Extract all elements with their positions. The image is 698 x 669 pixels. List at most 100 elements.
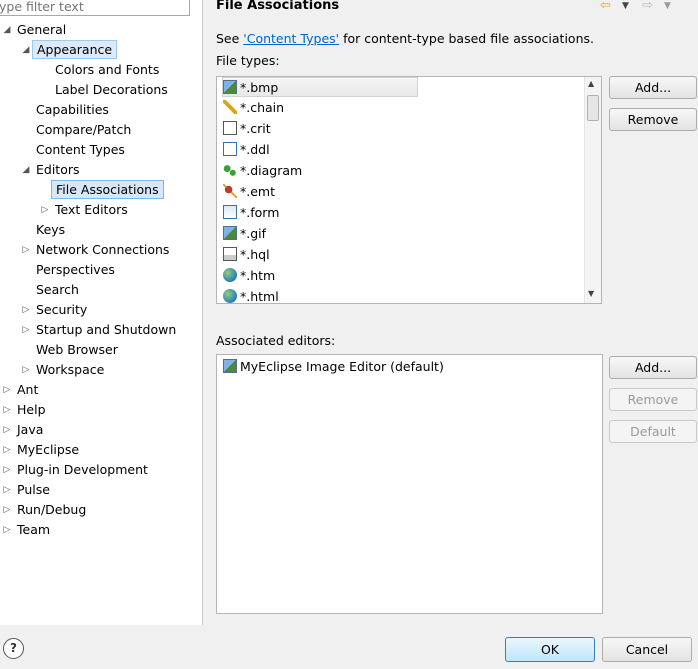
collapsed-arrow-icon[interactable]: ▷ [21, 301, 31, 319]
tree-item[interactable]: Perspectives [0, 261, 200, 279]
file-type-item[interactable]: *.chain [223, 98, 284, 118]
file-type-item[interactable]: *.gif [223, 224, 266, 244]
scroll-thumb[interactable] [587, 95, 599, 121]
add-file-type-button[interactable]: Add... [609, 76, 697, 99]
tree-item-label[interactable]: Startup and Shutdown [32, 321, 180, 339]
collapsed-arrow-icon[interactable]: ▷ [2, 461, 12, 479]
file-type-item[interactable]: *.emt [223, 182, 275, 202]
tree-item-label[interactable]: Java [13, 421, 47, 439]
tree-item-label[interactable]: General [13, 21, 70, 39]
tree-item[interactable]: Keys [0, 221, 200, 239]
tree-item-label[interactable]: Perspectives [32, 261, 119, 279]
tree-item[interactable]: ▷ Security [0, 301, 200, 319]
tree-item-label[interactable]: Label Decorations [51, 81, 172, 99]
help-icon[interactable]: ? [3, 638, 24, 659]
collapsed-arrow-icon[interactable]: ▷ [21, 241, 31, 259]
editor-item[interactable]: MyEclipse Image Editor (default) [223, 357, 444, 377]
tree-item[interactable]: ◢ General [0, 21, 200, 39]
file-type-item[interactable]: *.crit [223, 119, 271, 139]
collapsed-arrow-icon[interactable]: ▷ [2, 501, 12, 519]
tree-item-label[interactable]: Plug-in Development [13, 461, 152, 479]
ok-button[interactable]: OK [505, 637, 595, 662]
tree-item[interactable]: Capabilities [0, 101, 200, 119]
back-dropdown-icon[interactable]: ▼ [622, 1, 629, 11]
tree-item-label[interactable]: Colors and Fonts [51, 61, 163, 79]
add-editor-button[interactable]: Add... [609, 356, 697, 379]
tree-item[interactable]: ▷ Text Editors [0, 201, 200, 219]
tree-item[interactable]: Label Decorations [0, 81, 200, 99]
tree-item[interactable]: Colors and Fonts [0, 61, 200, 79]
content-types-link[interactable]: 'Content Types' [243, 31, 339, 46]
tree-item-label[interactable]: Web Browser [32, 341, 122, 359]
tree-item-label[interactable]: File Associations [51, 180, 164, 199]
tree-item-label[interactable]: Compare/Patch [32, 121, 135, 139]
tree-item-label[interactable]: Ant [13, 381, 42, 399]
tree-item[interactable]: ▷ Run/Debug [0, 501, 200, 519]
tree-item[interactable]: ▷ Network Connections [0, 241, 200, 259]
collapsed-arrow-icon[interactable]: ▷ [2, 421, 12, 439]
remove-editor-button[interactable]: Remove [609, 388, 697, 411]
file-type-item[interactable]: *.diagram [223, 161, 302, 181]
tree-item[interactable]: ◢ Editors [0, 161, 200, 179]
associated-editors-list[interactable]: MyEclipse Image Editor (default) [216, 354, 603, 614]
remove-file-type-button[interactable]: Remove [609, 108, 697, 131]
tree-item-label[interactable]: Keys [32, 221, 69, 239]
tree-item[interactable]: File Associations [0, 180, 200, 199]
tree-item-label[interactable]: Text Editors [51, 201, 132, 219]
cancel-button[interactable]: Cancel [602, 637, 692, 662]
forward-dropdown-icon[interactable]: ▼ [664, 1, 671, 11]
file-types-list[interactable]: *.bmp *.chain *.crit *.ddl *.diagram *.emt *.f… [216, 76, 602, 304]
file-type-item[interactable]: *.ddl [223, 140, 270, 160]
collapsed-arrow-icon[interactable]: ▷ [21, 361, 31, 379]
collapsed-arrow-icon[interactable]: ▷ [2, 401, 12, 419]
tree-item[interactable]: ▷ Ant [0, 381, 200, 399]
file-type-item[interactable]: *.bmp [222, 77, 418, 97]
tree-item-label[interactable]: Content Types [32, 141, 129, 159]
collapsed-arrow-icon[interactable]: ▷ [21, 321, 31, 339]
tree-item-label[interactable]: Help [13, 401, 50, 419]
tree-item-label[interactable]: Appearance [32, 40, 118, 59]
tree-item-label[interactable]: Capabilities [32, 101, 113, 119]
tree-item[interactable]: Search [0, 281, 200, 299]
tree-item[interactable]: ▷ Java [0, 421, 200, 439]
expanded-arrow-icon[interactable]: ◢ [21, 41, 31, 59]
tree-item-label[interactable]: Run/Debug [13, 501, 90, 519]
tree-item[interactable]: ◢ Appearance [0, 40, 200, 59]
forward-arrow-icon[interactable]: ⇨ [642, 0, 653, 13]
collapsed-arrow-icon[interactable]: ▷ [2, 521, 12, 539]
collapsed-arrow-icon[interactable]: ▷ [2, 481, 12, 499]
tree-item[interactable]: Web Browser [0, 341, 200, 359]
tree-item-label[interactable]: Pulse [13, 481, 54, 499]
filter-input[interactable] [0, 0, 190, 16]
tree-item[interactable]: ▷ Startup and Shutdown [0, 321, 200, 339]
tree-item[interactable]: ▷ MyEclipse [0, 441, 200, 459]
file-types-scrollbar[interactable]: ▲ ▼ [584, 77, 601, 303]
scroll-up-icon[interactable]: ▲ [588, 79, 594, 88]
tree-item-label[interactable]: Workspace [32, 361, 108, 379]
tree-item[interactable]: ▷ Team [0, 521, 200, 539]
file-type-item[interactable]: *.html [223, 287, 279, 303]
tree-item-label[interactable]: MyEclipse [13, 441, 83, 459]
tree-item[interactable]: Content Types [0, 141, 200, 159]
collapsed-arrow-icon[interactable]: ▷ [40, 201, 50, 219]
file-type-item[interactable]: *.htm [223, 266, 275, 286]
expanded-arrow-icon[interactable]: ◢ [2, 21, 12, 39]
tree-item-label[interactable]: Network Connections [32, 241, 173, 259]
tree-item-label[interactable]: Editors [32, 161, 84, 179]
file-type-item[interactable]: *.form [223, 203, 279, 223]
file-type-item[interactable]: *.hql [223, 245, 270, 265]
scroll-down-icon[interactable]: ▼ [588, 289, 594, 298]
tree-item[interactable]: ▷ Pulse [0, 481, 200, 499]
collapsed-arrow-icon[interactable]: ▷ [2, 441, 12, 459]
tree-item-label[interactable]: Security [32, 301, 91, 319]
tree-item-label[interactable]: Search [32, 281, 83, 299]
expanded-arrow-icon[interactable]: ◢ [21, 161, 31, 179]
tree-item[interactable]: ▷ Plug-in Development [0, 461, 200, 479]
tree-item[interactable]: ▷ Help [0, 401, 200, 419]
back-arrow-icon[interactable]: ⇦ [600, 0, 611, 13]
default-editor-button[interactable]: Default [609, 420, 697, 443]
tree-item[interactable]: ▷ Workspace [0, 361, 200, 379]
tree-item-label[interactable]: Team [13, 521, 54, 539]
collapsed-arrow-icon[interactable]: ▷ [2, 381, 12, 399]
tree-item[interactable]: Compare/Patch [0, 121, 200, 139]
